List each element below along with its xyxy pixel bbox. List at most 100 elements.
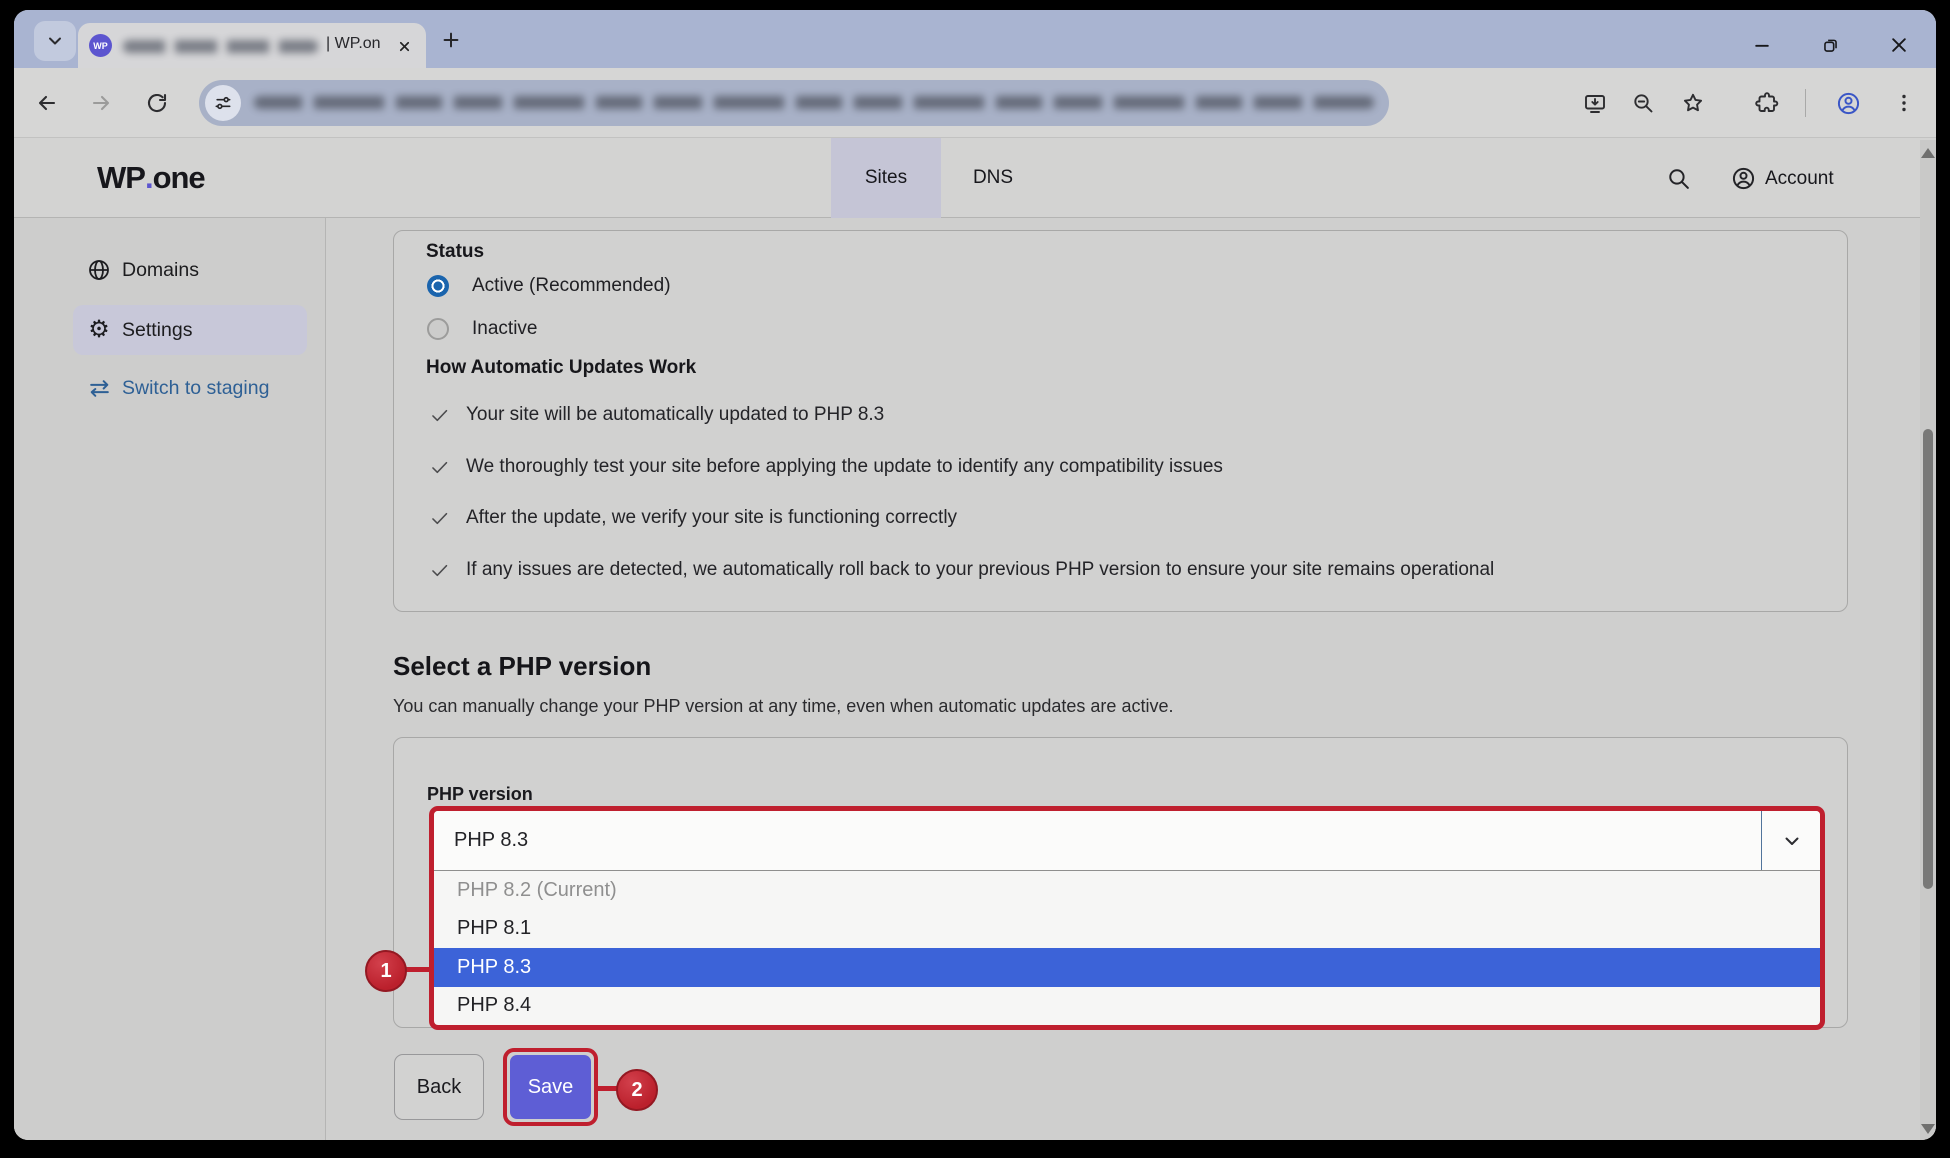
reload-button[interactable] [145,91,169,115]
option-label: PHP 8.4 [457,994,531,1017]
account-label: Account [1765,168,1834,190]
new-tab-button[interactable] [438,27,464,53]
chevron-down-icon[interactable] [1780,829,1804,853]
option-label: PHP 8.1 [457,917,531,940]
logo-wp: WP [97,160,145,195]
annotation-line-1 [404,967,431,972]
site-settings-button[interactable] [205,85,241,121]
gear-icon: ⚙ [86,318,112,342]
forward-nav-button[interactable] [89,91,113,115]
plus-icon [440,29,462,51]
swap-arrows-icon [86,376,112,401]
checklist-item: Your site will be automatically updated … [429,404,884,426]
logo-dot: . [145,160,153,195]
screenshot-root: WP | WP.on [0,0,1950,1158]
check-icon [429,508,450,529]
window-close-button[interactable] [1886,32,1912,58]
site-favicon: WP [89,34,112,57]
install-page-button[interactable] [1583,91,1607,115]
arrow-right-icon [89,91,113,115]
wpone-logo: WP.one [97,160,205,196]
dropdown-option-php81[interactable]: PHP 8.1 [434,910,1820,949]
zoom-out-button[interactable] [1631,91,1655,115]
search-icon [1666,166,1691,191]
scrollbar-down-arrow-icon[interactable] [1921,1124,1935,1134]
annotation-step-2: 2 [616,1069,658,1111]
browser-tab-strip: WP | WP.on [14,10,1936,68]
tab-search-button[interactable] [34,21,76,61]
check-icon [429,405,450,426]
page-body: Domains ⚙ Settings Switch to staging St [14,218,1936,1140]
option-label: PHP 8.3 [457,956,531,979]
browser-toolbar [14,68,1936,138]
window-restore-button[interactable] [1817,32,1843,58]
dropdown-option-php84[interactable]: PHP 8.4 [434,987,1820,1026]
save-button[interactable]: Save [510,1055,591,1119]
back-button[interactable]: Back [394,1054,484,1120]
scrollbar-up-arrow-icon[interactable] [1921,148,1935,158]
page-scrollbar[interactable] [1920,140,1936,1140]
save-to-device-icon [1583,91,1607,115]
annotation-box-save: Save [503,1048,598,1126]
profile-icon [1836,91,1861,116]
radio-option-inactive[interactable]: Inactive [427,318,537,340]
how-updates-heading: How Automatic Updates Work [426,357,696,379]
globe-icon [86,258,112,282]
php-section-description: You can manually change your PHP version… [393,696,1173,717]
check-icon [429,457,450,478]
radio-label: Active (Recommended) [472,275,671,297]
save-button-label: Save [528,1076,574,1099]
back-nav-button[interactable] [35,91,59,115]
php-version-field-label: PHP version [427,784,533,805]
header-search-button[interactable] [1666,166,1690,190]
extensions-button[interactable] [1755,91,1779,115]
back-button-label: Back [417,1076,461,1099]
bookmark-star-button[interactable] [1681,91,1705,115]
tab-dns-label: DNS [973,167,1013,189]
tab-close-button[interactable] [394,36,414,56]
browser-window: WP | WP.on [14,10,1936,1140]
scrollbar-thumb[interactable] [1923,429,1933,889]
status-heading: Status [426,241,484,263]
tab-title-redacted [123,40,318,53]
restore-icon [1821,36,1840,55]
checklist-text: After the update, we verify your site is… [466,507,957,529]
check-icon [429,560,450,581]
tab-title-suffix: | WP.on [326,35,381,53]
automatic-updates-card: Status Active (Recommended) Inactive How… [393,230,1848,612]
annotation-box-dropdown: PHP 8.3 PHP 8.2 (Current) PHP 8.1 PHP 8.… [429,806,1825,1030]
account-icon [1731,166,1756,191]
sidebar: Domains ⚙ Settings Switch to staging [14,218,326,1140]
zoom-out-icon [1631,91,1655,115]
browser-tab-active[interactable]: WP | WP.on [78,23,426,68]
toolbar-divider [1805,89,1806,117]
sidebar-item-domains[interactable]: Domains [73,245,307,295]
puzzle-icon [1755,91,1779,115]
sidebar-item-label: Switch to staging [122,377,269,400]
checklist-text: If any issues are detected, we automatic… [466,559,1494,581]
tab-sites-label: Sites [865,167,907,189]
radio-option-active[interactable]: Active (Recommended) [427,275,671,297]
account-menu[interactable]: Account [1731,166,1834,191]
url-address-bar[interactable] [199,80,1389,126]
tab-dns[interactable]: DNS [948,138,1038,218]
browser-profile-button[interactable] [1836,91,1860,115]
radio-selected-icon[interactable] [427,275,449,297]
dropdown-option-php83-highlighted[interactable]: PHP 8.3 [434,948,1820,987]
tab-sites[interactable]: Sites [831,138,941,218]
dropdown-option-php82[interactable]: PHP 8.2 (Current) [434,871,1820,910]
checklist-text: We thoroughly test your site before appl… [466,456,1223,478]
kebab-menu-icon [1892,91,1916,115]
browser-menu-button[interactable] [1892,91,1916,115]
close-icon [397,39,412,54]
sidebar-item-settings[interactable]: ⚙ Settings [73,305,307,355]
checklist-item: We thoroughly test your site before appl… [429,456,1223,478]
php-section-title: Select a PHP version [393,651,651,682]
php-version-select[interactable]: PHP 8.3 [434,811,1820,871]
arrow-left-icon [35,91,59,115]
select-value: PHP 8.3 [454,829,528,852]
sidebar-item-switch-to-staging[interactable]: Switch to staging [73,363,307,413]
window-minimize-button[interactable] [1749,32,1775,58]
checklist-text: Your site will be automatically updated … [466,404,884,426]
radio-unselected-icon[interactable] [427,318,449,340]
